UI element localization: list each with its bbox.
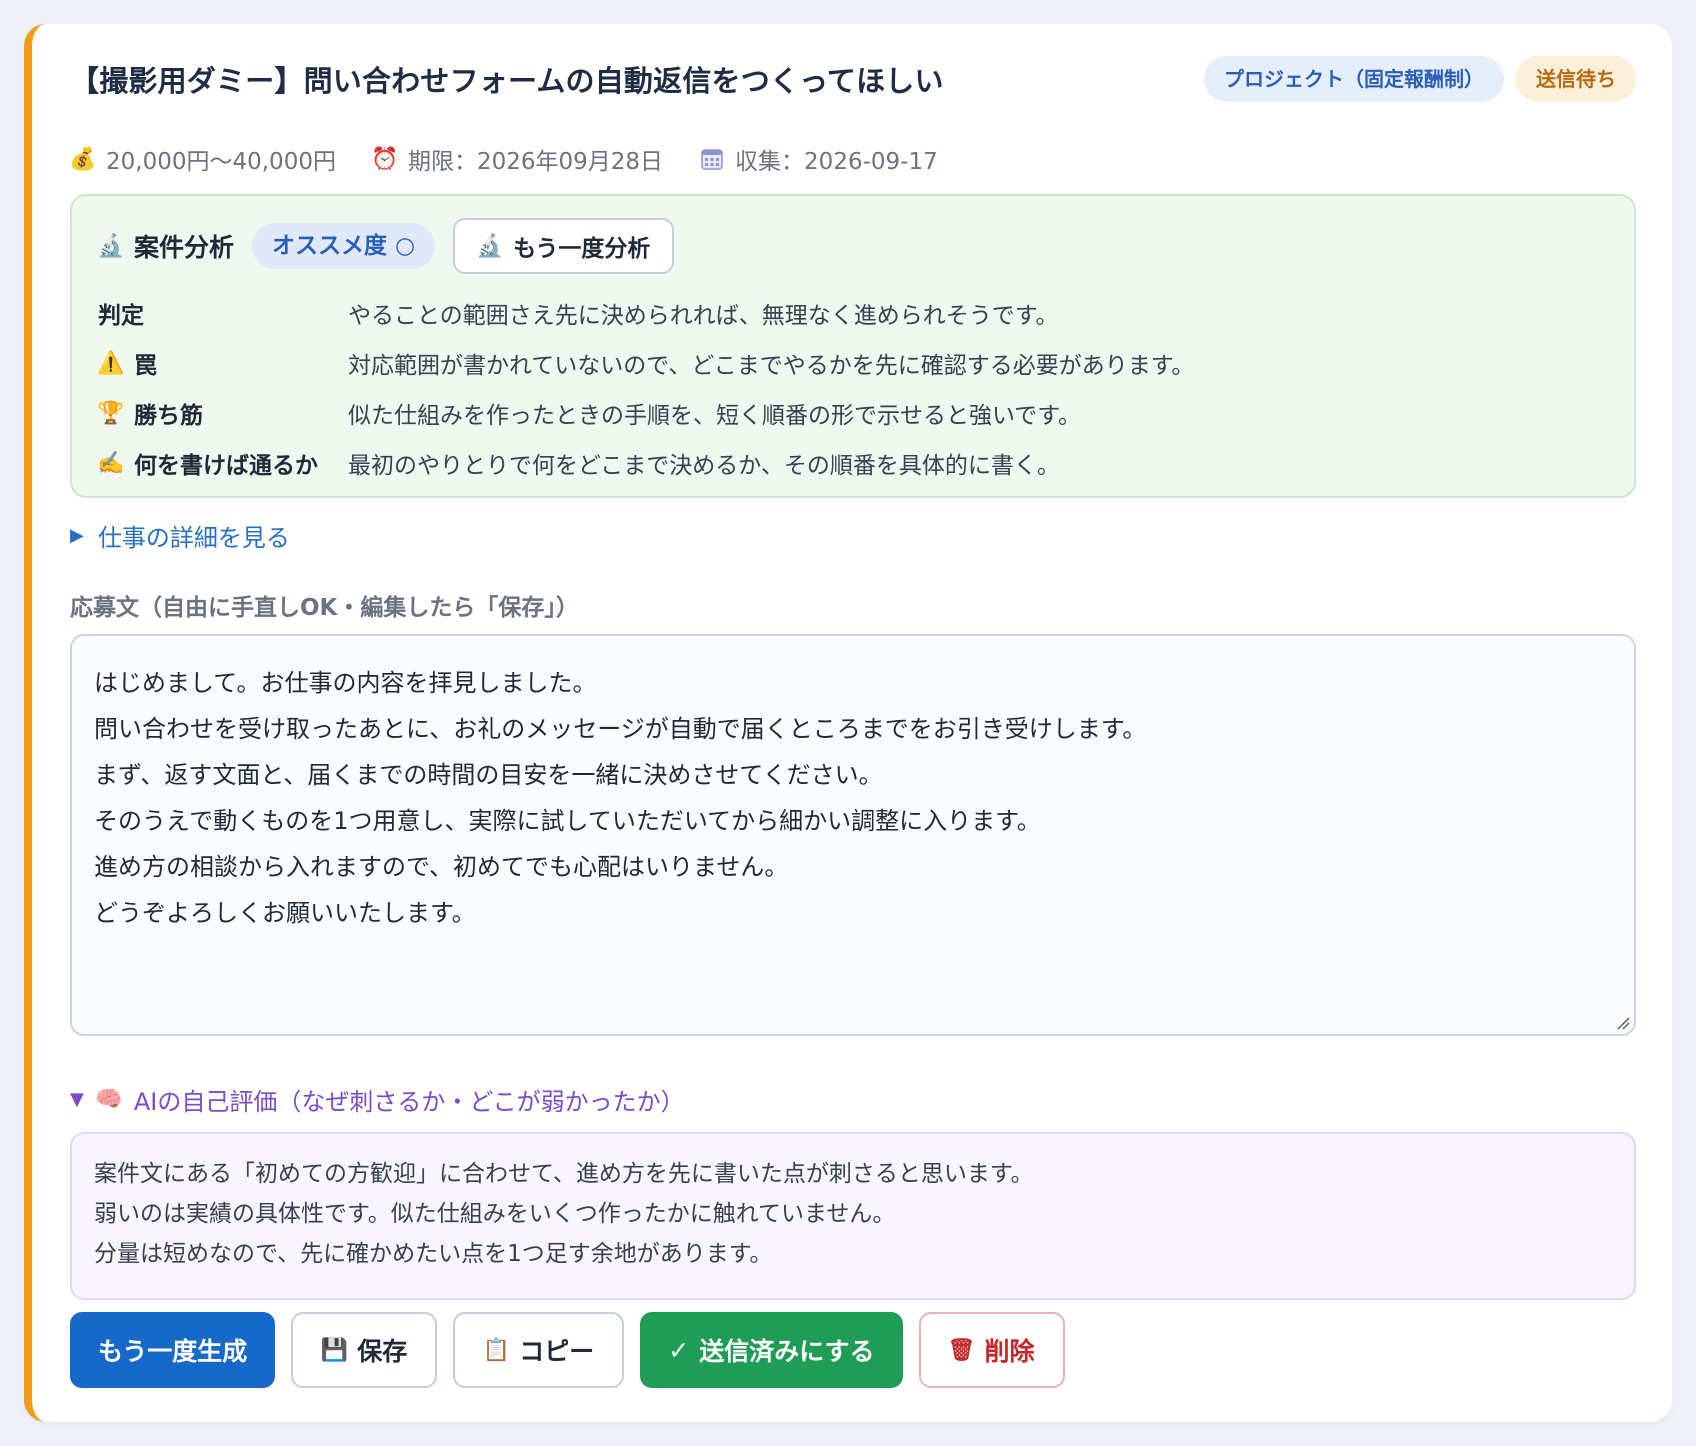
- copy-label: コピー: [519, 1337, 595, 1366]
- ai-review-line: 案件文にある「初めての方歓迎」に合わせて、進め方を先に書いた点が刺さると思います…: [94, 1161, 1034, 1187]
- analysis-label: 判定: [98, 296, 348, 330]
- analysis-title-text: 案件分析: [134, 233, 235, 262]
- application-line: そのうえで動くものを1つ用意し、実際に試していただいてから細かい調整に入ります。: [94, 807, 1041, 835]
- brain-icon: 🧠: [95, 1087, 123, 1112]
- regenerate-button[interactable]: もう一度生成: [70, 1312, 276, 1388]
- microscope-icon: 🔬: [476, 233, 504, 259]
- analysis-value: 似た仕組みを作ったときの手順を、短く順番の形で示せると強いです。: [348, 403, 1082, 429]
- status-badge: 送信待ち: [1516, 56, 1636, 102]
- job-card: 【撮影用ダミー】問い合わせフォームの自動返信をつくってほしい プロジェクト（固定…: [24, 24, 1672, 1422]
- job-badges: プロジェクト（固定報酬制） 送信待ち: [1204, 56, 1636, 102]
- analysis-header: 🔬 案件分析 オススメ度 ○ 🔬 もう一度分析: [97, 218, 675, 274]
- collected-text: 収集：2026-09-17: [735, 149, 938, 175]
- budget-meta: 💰 20,000円〜40,000円: [69, 142, 336, 176]
- regenerate-label: もう一度生成: [98, 1337, 248, 1366]
- analysis-value: 対応範囲が書かれていないので、どこまでやるかを先に確認する必要があります。: [348, 353, 1195, 379]
- analysis-row-verdict: 判定 やることの範囲さえ先に決められれば、無理なく進められそうです。: [98, 288, 1614, 338]
- writing-hand-icon: ✍️: [97, 450, 125, 476]
- analysis-value: 最初のやりとりで何をどこまで決めるか、その順番を具体的に書く。: [348, 453, 1060, 479]
- application-line: まず、返す文面と、届くまでの時間の目安を一緒に決めさせてください。: [94, 761, 883, 789]
- collected-meta: 収集：2026-09-17: [699, 142, 938, 176]
- ai-review-toggle[interactable]: ▼ 🧠 AIの自己評価（なぜ刺さるか・どこが弱かったか）: [70, 1082, 685, 1117]
- application-line: はじめまして。お仕事の内容を拝見しました。: [94, 669, 597, 697]
- copy-button[interactable]: 📋 コピー: [453, 1312, 625, 1388]
- analysis-row-win: 🏆 勝ち筋 似た仕組みを作ったときの手順を、短く順番の形で示せると強いです。: [97, 388, 1614, 438]
- trash-icon: 🗑: [947, 1337, 976, 1363]
- analysis-row-what-to-write: ✍️ 何を書けば通るか 最初のやりとりで何をどこまで決めるか、その順番を具体的に…: [97, 438, 1614, 488]
- reanalyze-label: もう一度分析: [513, 236, 651, 262]
- action-bar: もう一度生成 💾 保存 📋 コピー ✓ 送信済みにする 🗑 削除: [70, 1312, 1065, 1388]
- check-icon: ✓: [668, 1335, 690, 1365]
- deadline-meta: ⏰ 期限：2026年09月28日: [371, 142, 664, 176]
- analysis-title: 🔬 案件分析: [97, 228, 235, 264]
- analysis-panel: 🔬 案件分析 オススメ度 ○ 🔬 もう一度分析 判定 やることの範囲さえ先に決め…: [70, 194, 1636, 498]
- trophy-icon: 🏆: [97, 400, 125, 426]
- analysis-label: ✍️ 何を書けば通るか: [97, 446, 348, 480]
- details-toggle-text: 仕事の詳細を見る: [97, 524, 290, 552]
- trap-label: 罠: [134, 353, 157, 379]
- job-details-toggle[interactable]: ▶ 仕事の詳細を見る: [70, 518, 290, 553]
- deadline-text: 期限：2026年09月28日: [407, 149, 664, 175]
- money-bag-icon: 💰: [69, 146, 97, 172]
- mark-sent-label: 送信済みにする: [699, 1337, 875, 1366]
- recommendation-badge: オススメ度 ○: [252, 223, 436, 269]
- reanalyze-button[interactable]: 🔬 もう一度分析: [453, 218, 675, 274]
- analysis-value: やることの範囲さえ先に決められれば、無理なく進められそうです。: [348, 303, 1059, 329]
- job-title: 【撮影用ダミー】問い合わせフォームの自動返信をつくってほしい: [70, 64, 944, 98]
- floppy-disk-icon: 💾: [320, 1337, 348, 1363]
- analysis-label: ⚠️ 罠: [97, 346, 348, 380]
- analysis-rows: 判定 やることの範囲さえ先に決められれば、無理なく進められそうです。 ⚠️ 罠 …: [97, 288, 1614, 488]
- ai-review-line: 分量は短めなので、先に確かめたい点を1つ足す余地があります。: [94, 1241, 773, 1267]
- warning-icon: ⚠️: [97, 350, 125, 376]
- microscope-icon: 🔬: [97, 233, 125, 259]
- what-to-write-label: 何を書けば通るか: [134, 453, 318, 479]
- analysis-row-trap: ⚠️ 罠 対応範囲が書かれていないので、どこまでやるかを先に確認する必要がありま…: [97, 338, 1614, 388]
- application-label: 応募文（自由に手直しOK・編集したら「保存」）: [70, 595, 579, 621]
- alarm-clock-icon: ⏰: [371, 146, 399, 172]
- resize-handle-icon[interactable]: [1616, 1016, 1630, 1030]
- win-label: 勝ち筋: [134, 403, 203, 429]
- delete-label: 削除: [984, 1337, 1035, 1366]
- calendar-icon: [699, 146, 725, 172]
- clipboard-icon: 📋: [482, 1337, 510, 1363]
- ai-review-panel: 案件文にある「初めての方歓迎」に合わせて、進め方を先に書いた点が刺さると思います…: [70, 1132, 1636, 1300]
- mark-sent-button[interactable]: ✓ 送信済みにする: [640, 1312, 903, 1388]
- application-line: 問い合わせを受け取ったあとに、お礼のメッセージが自動で届くところまでをお引き受け…: [94, 715, 1147, 743]
- triangle-down-icon: ▼: [70, 1089, 84, 1110]
- save-button[interactable]: 💾 保存: [291, 1312, 438, 1388]
- budget-text: 20,000円〜40,000円: [106, 149, 336, 175]
- delete-button[interactable]: 🗑 削除: [918, 1312, 1065, 1388]
- analysis-label: 🏆 勝ち筋: [97, 396, 348, 430]
- job-type-badge: プロジェクト（固定報酬制）: [1204, 56, 1504, 102]
- verdict-label: 判定: [98, 303, 144, 329]
- triangle-right-icon: ▶: [70, 525, 84, 546]
- ai-review-toggle-text: AIの自己評価（なぜ刺さるか・どこが弱かったか）: [133, 1088, 685, 1116]
- application-line: 進め方の相談から入れますので、初めてでも心配はいりません。: [94, 853, 789, 881]
- job-meta: 💰 20,000円〜40,000円 ⏰ 期限：2026年09月28日 収集：20…: [69, 142, 938, 176]
- ai-review-line: 弱いのは実績の具体性です。似た仕組みをいくつ作ったかに触れていません。: [94, 1201, 896, 1227]
- application-line: どうぞよろしくお願いいたします。: [94, 899, 476, 927]
- application-textarea[interactable]: はじめまして。お仕事の内容を拝見しました。 問い合わせを受け取ったあとに、お礼の…: [70, 634, 1636, 1036]
- save-label: 保存: [357, 1337, 408, 1366]
